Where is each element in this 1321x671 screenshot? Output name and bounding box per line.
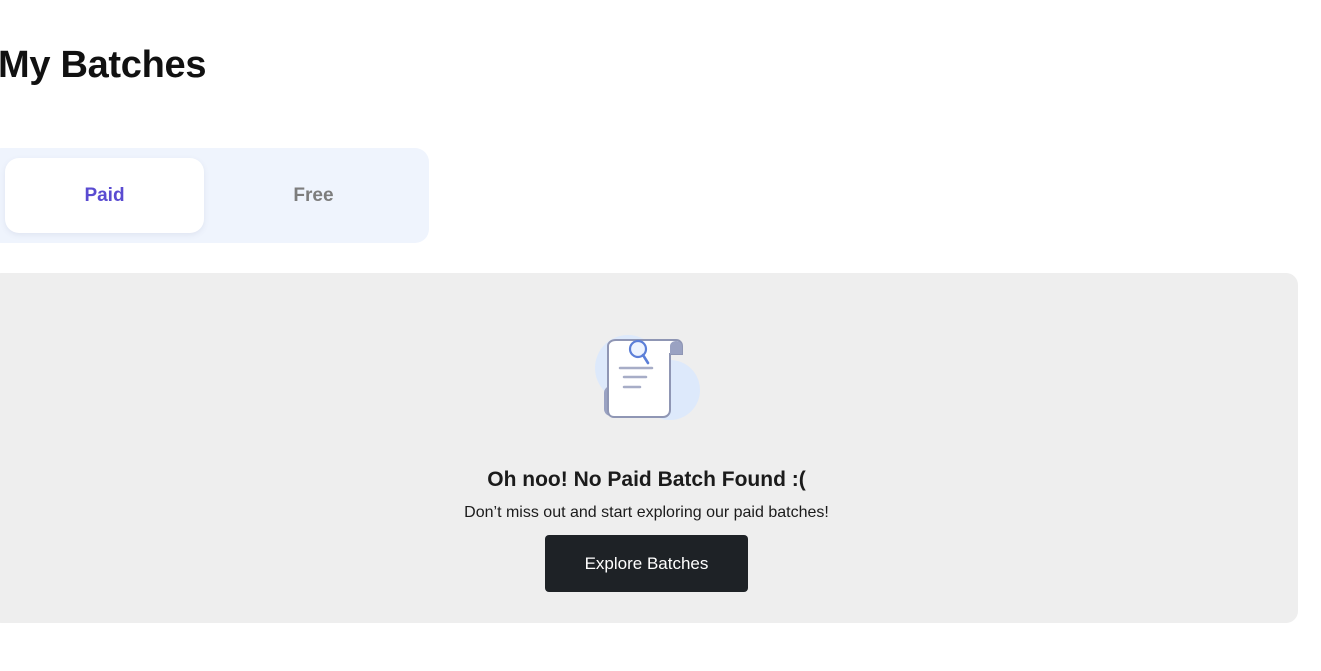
page-title: My Batches [0, 44, 207, 86]
page: My Batches Paid Free Oh noo! No Paid Bat… [0, 0, 1321, 671]
tab-free[interactable]: Free [214, 158, 413, 233]
empty-state-subtitle: Don’t miss out and start exploring our p… [464, 504, 829, 521]
empty-state-title: Oh noo! No Paid Batch Found :( [487, 468, 806, 491]
batch-type-tabs: Paid Free [0, 148, 429, 243]
explore-batches-button[interactable]: Explore Batches [545, 535, 748, 592]
document-search-icon [594, 332, 702, 424]
tab-paid[interactable]: Paid [5, 158, 204, 233]
